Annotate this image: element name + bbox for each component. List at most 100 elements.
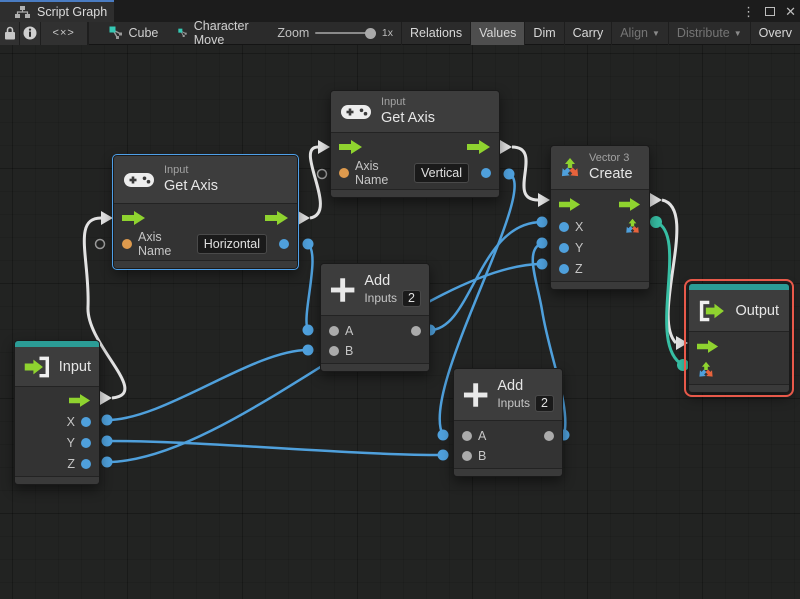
node-subtitle: Input: [381, 95, 406, 108]
flow-out-port[interactable]: [467, 140, 491, 154]
lock-icon: [4, 26, 15, 40]
flow-out-port[interactable]: [265, 211, 289, 225]
node-title: Get Axis: [381, 110, 435, 127]
node-get-axis-vertical[interactable]: Input Get Axis Axis Name Vertical: [330, 90, 500, 198]
output-event-icon: [699, 300, 724, 321]
node-title: Input: [58, 358, 91, 375]
port-label: Z: [575, 261, 583, 276]
script-graph-window: Script Graph ⋮ ✕ <×> Cube Character Move…: [0, 0, 800, 599]
titlebar: Script Graph ⋮ ✕: [0, 0, 800, 22]
port-label: Z: [67, 456, 75, 471]
value-wire-input-y-to-add2-b[interactable]: [101, 435, 449, 461]
toggle-dim[interactable]: Dim: [524, 21, 563, 45]
node-input-event[interactable]: Input X Y Z: [14, 340, 100, 485]
input-event-icon: [24, 356, 50, 377]
axis-name-field[interactable]: Horizontal: [196, 234, 267, 254]
unconnected-port-indicator: [94, 238, 106, 250]
graph-hierarchy-icon: [15, 5, 30, 18]
port-a-in[interactable]: [462, 431, 472, 441]
gamepad-icon: [341, 104, 371, 119]
breadcrumb-label: Character Move: [193, 19, 249, 47]
inputs-count-field[interactable]: 2: [535, 394, 554, 413]
graph-toolbar: <×> Cube Character Move Zoom 1x Relation…: [0, 19, 800, 47]
port-result-out[interactable]: [481, 168, 491, 178]
toggle-relations[interactable]: Relations: [401, 21, 470, 45]
script-graph-asset-icon: [178, 28, 188, 38]
port-y-out[interactable]: [81, 437, 91, 448]
node-add-2[interactable]: Add Inputs 2 A B: [453, 368, 563, 477]
port-z-out[interactable]: [81, 458, 91, 469]
inputs-count-field[interactable]: 2: [402, 289, 421, 308]
flow-in-port[interactable]: [339, 140, 363, 154]
node-title: Get Axis: [164, 178, 218, 195]
port-b-in[interactable]: [329, 346, 339, 356]
flow-out-port[interactable]: [69, 393, 91, 407]
chevron-down-icon: ▼: [733, 28, 742, 38]
flow-out-port[interactable]: [619, 197, 641, 211]
axis-name-field[interactable]: Vertical: [414, 163, 469, 183]
port-label: Axis Name: [138, 230, 172, 258]
port-axis-name[interactable]: [122, 239, 132, 249]
vector3-in-port[interactable]: [697, 361, 715, 379]
lock-button[interactable]: [0, 21, 21, 45]
port-label: X: [66, 414, 75, 429]
node-get-axis-horizontal[interactable]: Input Get Axis Axis Name Horizontal: [112, 154, 299, 270]
plus-icon: [330, 277, 355, 302]
inputs-label: Inputs: [497, 396, 531, 411]
flow-in-port[interactable]: [559, 197, 581, 211]
port-x-out[interactable]: [81, 416, 91, 427]
port-axis-name[interactable]: [339, 168, 349, 178]
flow-in-port[interactable]: [697, 339, 719, 353]
toggle-values[interactable]: Values: [470, 21, 525, 45]
flow-in-port[interactable]: [122, 211, 146, 225]
node-title: Add: [497, 377, 524, 394]
node-output-event[interactable]: Output: [684, 279, 794, 397]
breadcrumb-label: Cube: [128, 26, 159, 40]
port-result-out[interactable]: [279, 239, 289, 249]
info-button[interactable]: [20, 21, 41, 45]
node-title: Create: [589, 166, 633, 183]
flow-wire-getaxis-horizontal-to-getaxis-vertical[interactable]: [298, 140, 330, 225]
port-y-in[interactable]: [559, 242, 569, 253]
breadcrumb-cube[interactable]: Cube: [99, 22, 169, 45]
value-wire-input-x-to-add1-b[interactable]: [101, 344, 314, 426]
zoom-value: 1x: [381, 27, 393, 39]
zoom-slider-knob[interactable]: [364, 27, 376, 39]
zoom-slider[interactable]: [315, 22, 376, 45]
value-wire-getaxis-horizontal-to-add1-a[interactable]: [302, 238, 314, 336]
port-label: B: [478, 449, 487, 463]
vector3-icon: [559, 157, 581, 179]
dropdown-distribute[interactable]: Distribute ▼: [667, 21, 750, 45]
script-graph-asset-icon: [109, 26, 122, 39]
node-footer: [114, 260, 297, 268]
port-b-in[interactable]: [462, 451, 472, 461]
node-title: Add: [364, 272, 391, 289]
node-vector3-create[interactable]: Vector 3 Create X Y Z: [550, 145, 650, 290]
port-z-in[interactable]: [559, 263, 569, 274]
plus-icon: [463, 382, 488, 407]
dropdown-align[interactable]: Align ▼: [611, 21, 668, 45]
code-preview-button[interactable]: <×>: [40, 21, 88, 45]
breadcrumb-character-move[interactable]: Character Move: [168, 19, 263, 47]
port-label: Y: [575, 240, 584, 255]
graph-canvas[interactable]: Input Get Axis Axis Name Vertical Input …: [0, 45, 800, 599]
port-a-in[interactable]: [329, 326, 339, 336]
port-label: A: [478, 429, 487, 443]
port-x-in[interactable]: [559, 221, 569, 232]
node-subtitle: Input: [164, 163, 189, 176]
toggle-carry[interactable]: Carry: [563, 21, 612, 45]
port-label: Axis Name: [355, 159, 389, 187]
vector3-out-port[interactable]: [624, 218, 641, 235]
chevron-down-icon: ▼: [652, 28, 660, 38]
port-sum-out[interactable]: [411, 326, 421, 336]
window-maximize-icon[interactable]: [765, 6, 776, 16]
toggle-overview[interactable]: Overv: [749, 21, 800, 45]
node-add-1[interactable]: Add Inputs 2 A B: [320, 263, 430, 372]
port-sum-out[interactable]: [544, 431, 554, 441]
window-menu-icon[interactable]: ⋮: [742, 5, 755, 18]
code-icon: <×>: [52, 27, 75, 39]
window-close-icon[interactable]: ✕: [785, 5, 796, 18]
tab-script-graph[interactable]: Script Graph: [0, 0, 114, 22]
inputs-label: Inputs: [364, 291, 398, 306]
port-label: B: [345, 344, 354, 358]
